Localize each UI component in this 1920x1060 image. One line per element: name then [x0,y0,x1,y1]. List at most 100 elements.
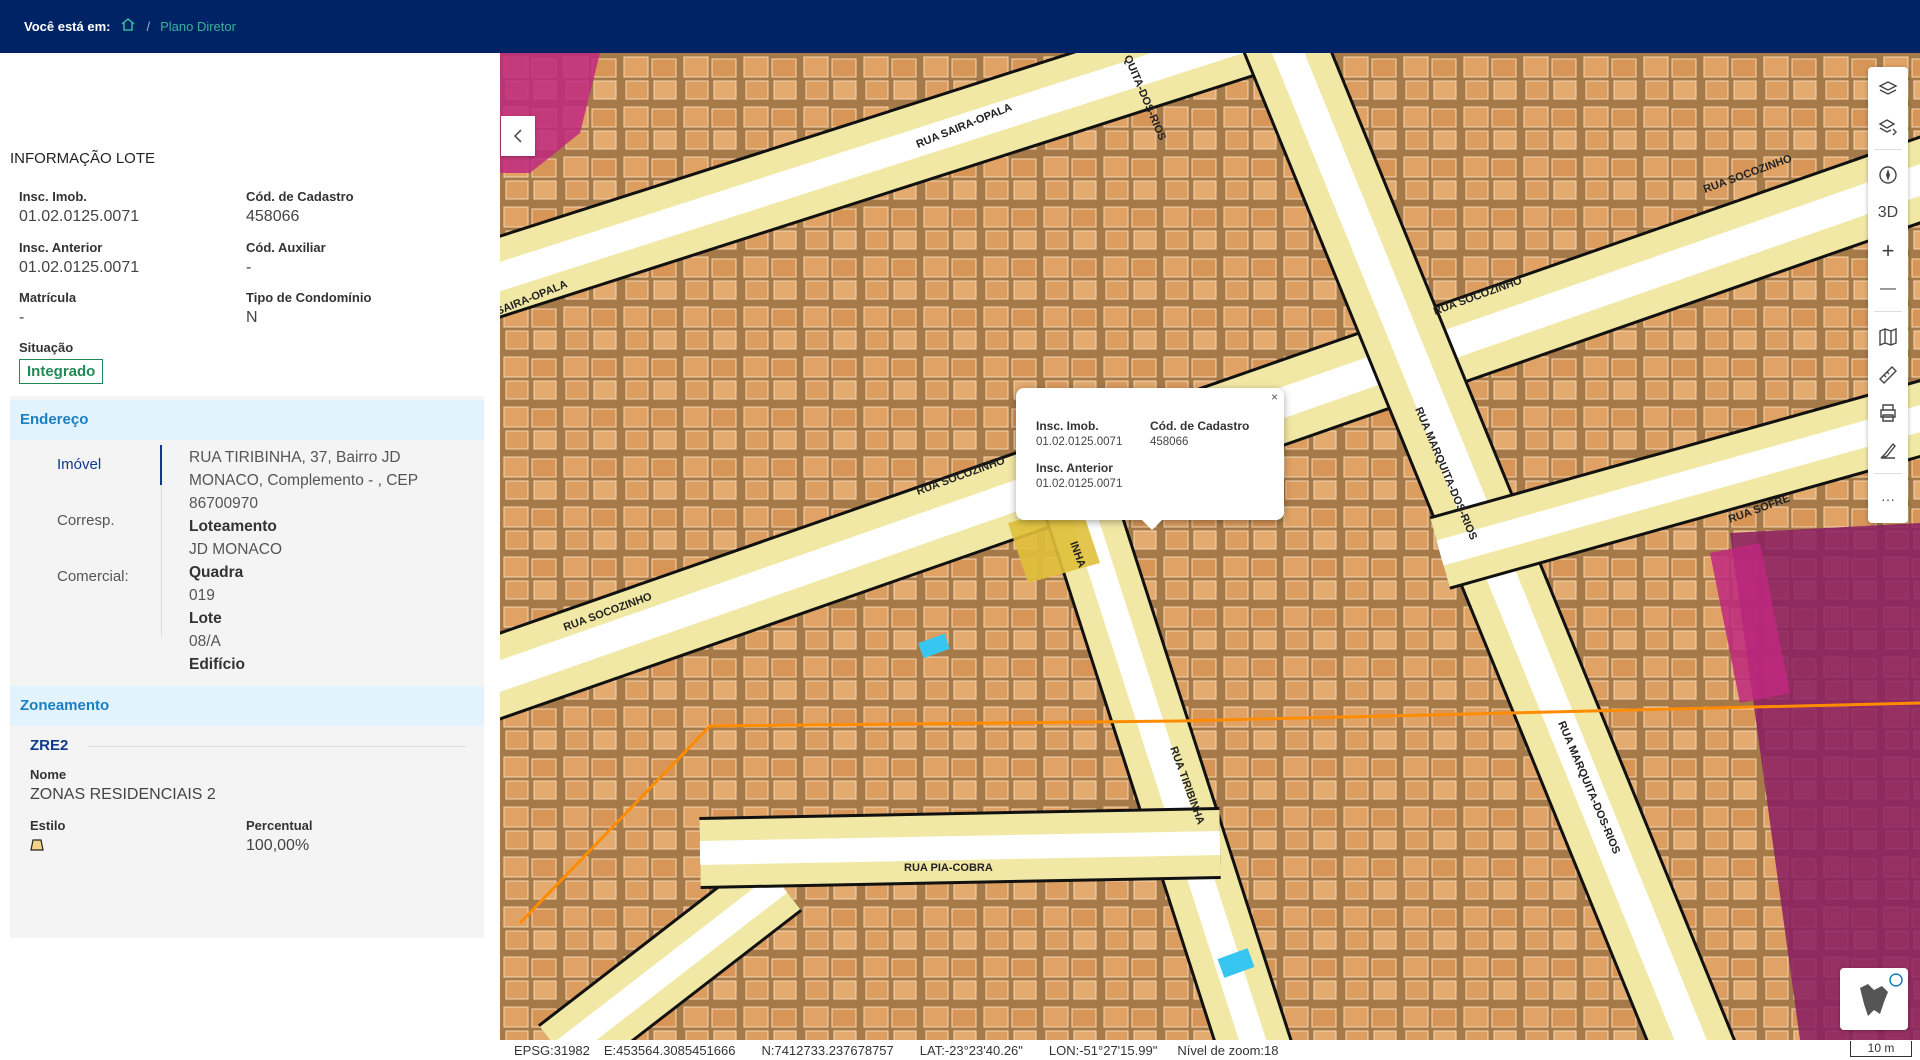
status-north: N:7412733.237678757 [761,1042,894,1058]
draw-button[interactable] [1868,435,1908,467]
collapse-panel-button[interactable] [501,116,535,156]
zone-name-value: ZONAS RESIDENCIAIS 2 [30,786,216,803]
compass-button[interactable] [1868,159,1908,191]
zoom-out-button[interactable]: — [1868,273,1908,305]
breadcrumb-separator: / [146,19,151,34]
zoning-section-header[interactable]: Zoneamento [10,686,484,726]
popup-cod-cadastro-label: Cód. de Cadastro [1150,419,1250,433]
address-tab-indicator [160,445,162,485]
loteamento-value: JD MONACO [189,541,282,558]
popup-insc-imob: Insc. Imob. 01.02.0125.0071 [1036,419,1122,448]
lot-info-title: INFORMAÇÃO LOTE [10,150,156,167]
status-east: E:453564.3085451666 [603,1042,736,1058]
zone-percent-value: 100,00% [246,837,310,854]
edificio-label: Edifício [189,656,245,673]
info-sidebar: INFORMAÇÃO LOTE Insc. Imob. 01.02.0125.0… [0,53,500,1060]
zone-percent-label: Percentual [246,818,313,833]
toolbar-divider-1 [1874,149,1902,150]
insc-imob-field: Insc. Imob. 01.02.0125.0071 [19,189,139,226]
more-button[interactable]: ··· [1868,483,1908,515]
zone-divider [88,746,466,747]
layers-icon [1878,81,1898,95]
insc-imob-value: 01.02.0125.0071 [19,208,140,225]
zone-style-label: Estilo [30,818,66,833]
ruler-icon [1879,366,1897,384]
zone-name-label: Nome [30,767,67,782]
tipo-condominio-value: N [246,309,258,326]
breadcrumb-plano-diretor[interactable]: Plano Diretor [160,19,236,34]
top-bar: Você está em: / Plano Diretor [0,0,1920,53]
insc-anterior-value: 01.02.0125.0071 [19,259,140,276]
address-section-header[interactable]: Endereço [10,400,484,440]
chevron-left-icon [513,129,522,143]
insc-anterior-field: Insc. Anterior 01.02.0125.0071 [19,240,139,277]
zone-style-swatch-icon [30,839,44,851]
popup-cod-cadastro: Cód. de Cadastro 458066 [1150,419,1249,448]
tab-corresp[interactable]: Corresp. [57,512,129,568]
compass-icon [1879,166,1897,184]
zone-code: ZRE2 [30,737,69,754]
measure-button[interactable] [1868,359,1908,391]
tab-comercial[interactable]: Comercial: [57,568,129,624]
map-view[interactable]: RUA SAIRA-OPALA SAIRA-OPALA RUA SOCOZINH… [500,53,1920,1040]
zoom-in-button[interactable]: + [1868,235,1908,267]
matricula-label: Matrícula [19,290,77,305]
map-canvas[interactable]: RUA SAIRA-OPALA SAIRA-OPALA RUA SOCOZINH… [500,53,1920,1040]
status-zoom: Nível de zoom:18 [1177,1042,1279,1058]
insc-imob-label: Insc. Imob. [19,189,87,204]
lot-popup: × Insc. Imob. 01.02.0125.0071 Cód. de Ca… [1016,388,1284,530]
tab-imovel[interactable]: Imóvel [57,456,129,512]
address-tab-divider [161,485,162,637]
layers-button[interactable] [1868,73,1908,105]
lote-value: 08/A [189,633,221,650]
printer-icon [1880,404,1896,422]
situacao-field: Situação Integrado [19,340,104,384]
status-epsg: EPSG:31982 [514,1042,590,1058]
3d-button[interactable]: 3D [1868,197,1908,229]
map-toolbar: 3D + — ··· [1868,67,1908,523]
status-badge: Integrado [19,359,104,384]
toolbar-divider-2 [1874,311,1902,312]
status-lat: LAT:-23°23'40.26" [919,1042,1023,1058]
cod-auxiliar-value: - [246,259,252,276]
toolbar-divider-3 [1874,473,1902,474]
matricula-field: Matrícula - [19,290,76,327]
zone-name-field: Nome ZONAS RESIDENCIAIS 2 [30,767,216,804]
location-label: Você está em: [24,19,111,34]
zone-percent-field: Percentual 100,00% [246,818,312,855]
scale-bar: 10 m [1850,1041,1912,1057]
draw-icon [1880,442,1896,459]
insc-anterior-label: Insc. Anterior [19,240,103,255]
popup-insc-anterior-value: 01.02.0125.0071 [1036,478,1123,490]
popup-insc-anterior: Insc. Anterior 01.02.0125.0071 [1036,461,1122,490]
cod-auxiliar-label: Cód. Auxiliar [246,240,326,255]
popup-insc-imob-label: Insc. Imob. [1036,419,1099,433]
home-icon[interactable] [120,17,136,36]
situacao-label: Situação [19,340,74,355]
popup-insc-imob-value: 01.02.0125.0071 [1036,436,1123,448]
layers-export-button[interactable] [1868,111,1908,143]
tipo-condominio-label: Tipo de Condomínio [246,290,372,305]
cod-cadastro-field: Cód. de Cadastro 458066 [246,189,354,226]
address-tabs: Imóvel Corresp. Comercial: [57,456,129,624]
matricula-value: - [19,309,25,326]
map-icon [1879,328,1897,346]
popup-cod-cadastro-value: 458066 [1150,436,1189,448]
quadra-value: 019 [189,587,215,604]
popup-insc-anterior-label: Insc. Anterior [1036,461,1113,475]
loteamento-label: Loteamento [189,518,277,535]
basemap-button[interactable] [1868,321,1908,353]
address-details: RUA TIRIBINHA, 37, Bairro JD MONACO, Com… [189,446,469,676]
cod-cadastro-value: 458066 [246,208,300,225]
city-logo [1840,968,1908,1030]
tipo-condominio-field: Tipo de Condomínio N [246,290,371,327]
quadra-label: Quadra [189,564,244,581]
zone-style-field: Estilo [30,818,65,856]
street-label-pia-cobra: RUA PIA-COBRA [904,862,993,874]
close-icon[interactable]: × [1271,390,1278,404]
status-lon: LON:-51°27'15.99" [1048,1042,1158,1058]
cod-cadastro-label: Cód. de Cadastro [246,189,354,204]
city-logo-icon [1860,973,1903,1016]
cod-auxiliar-field: Cód. Auxiliar - [246,240,326,277]
print-button[interactable] [1868,397,1908,429]
